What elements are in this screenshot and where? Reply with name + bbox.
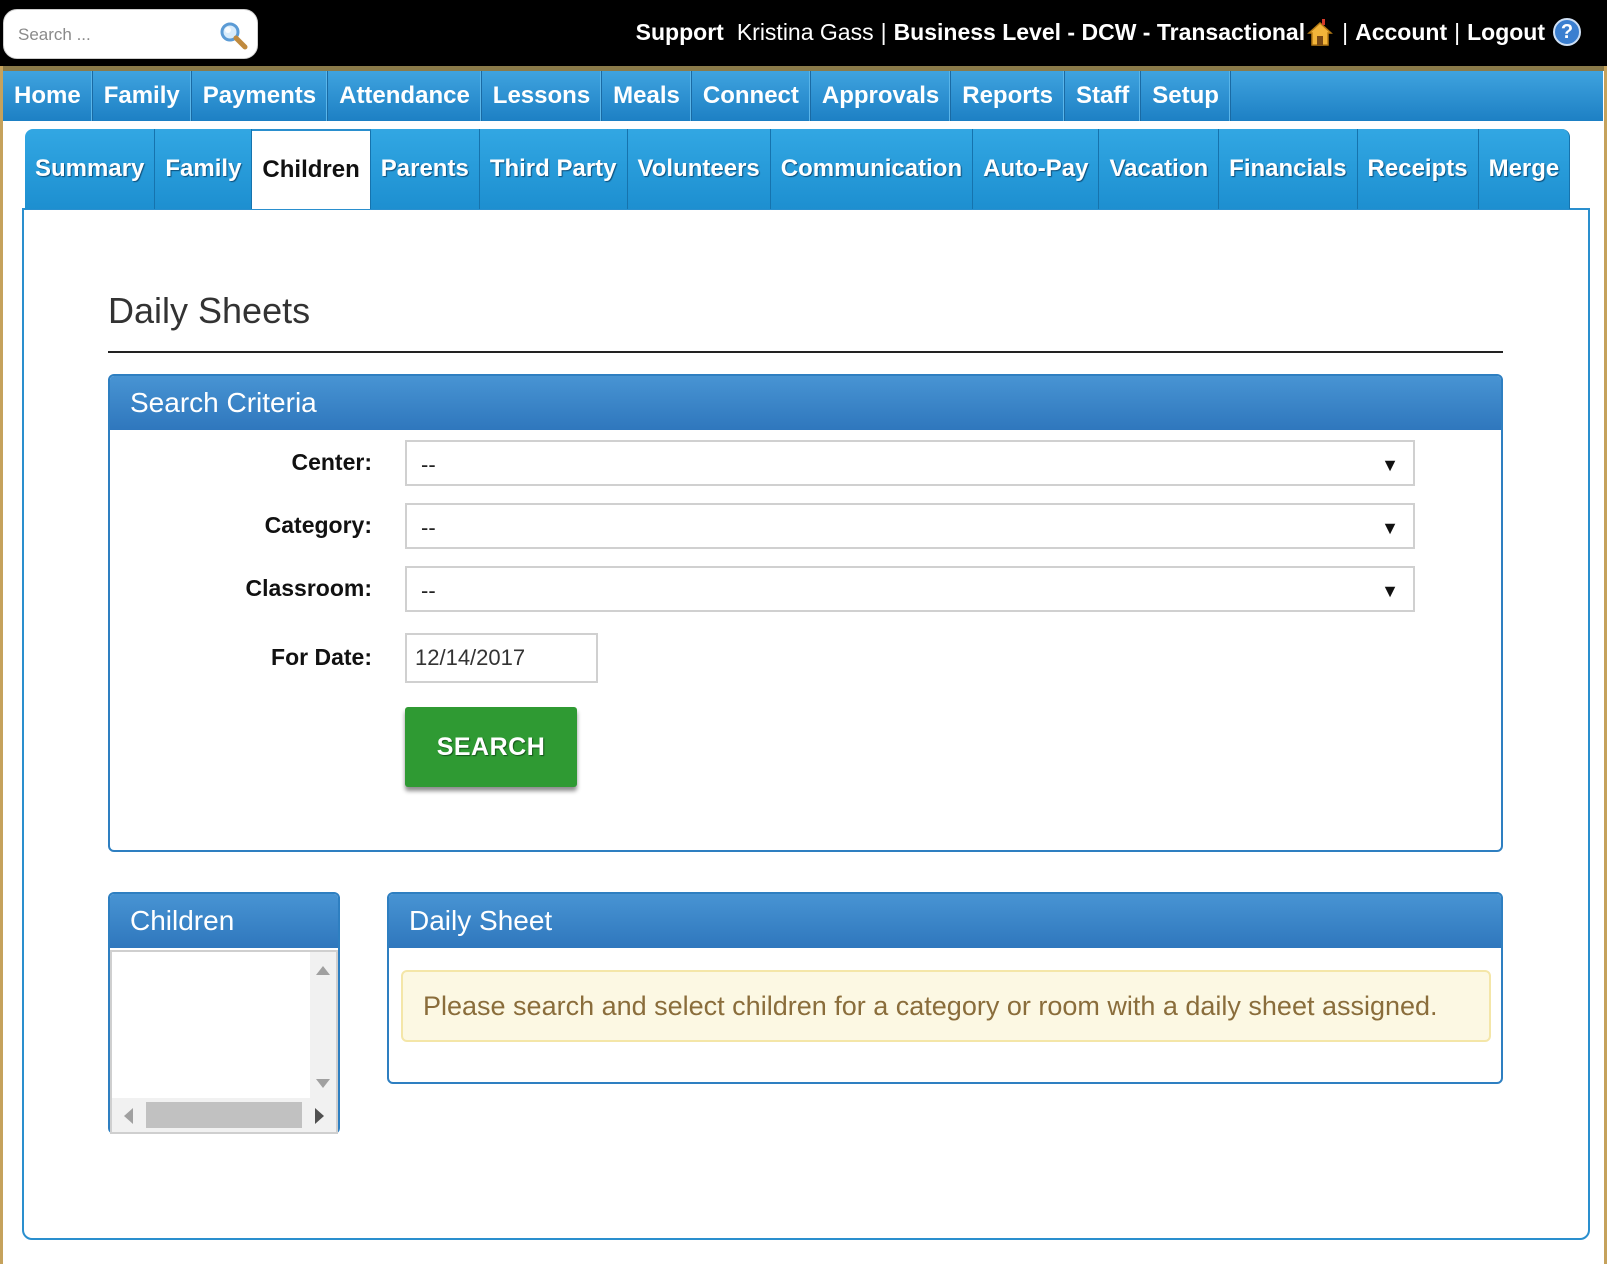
business-level-link[interactable]: Business Level - DCW - Transactional bbox=[894, 19, 1306, 46]
nav-reports[interactable]: Reports bbox=[951, 71, 1065, 121]
search-icon[interactable] bbox=[218, 20, 248, 50]
help-icon[interactable]: ? bbox=[1553, 18, 1581, 46]
search-input[interactable] bbox=[16, 21, 210, 49]
horizontal-scrollbar[interactable] bbox=[112, 1098, 336, 1132]
user-name: Kristina Gass bbox=[736, 18, 874, 45]
category-label: Category: bbox=[264, 512, 372, 538]
nav-attendance[interactable]: Attendance bbox=[328, 71, 482, 121]
center-value: -- bbox=[421, 452, 436, 477]
sub-tabs: Summary Family Children Parents Third Pa… bbox=[25, 129, 1571, 209]
for-date-input[interactable] bbox=[405, 633, 598, 683]
top-bar: Support Kristina Gass | Business Level -… bbox=[0, 0, 1607, 68]
dropdown-arrow-icon: ▼ bbox=[1381, 581, 1399, 601]
vertical-scrollbar[interactable] bbox=[310, 952, 336, 1098]
classroom-select[interactable]: -- ▼ bbox=[405, 566, 1415, 612]
dropdown-arrow-icon: ▼ bbox=[1381, 518, 1399, 538]
nav-approvals[interactable]: Approvals bbox=[811, 71, 952, 121]
tab-family[interactable]: Family bbox=[155, 129, 253, 209]
separator: | bbox=[880, 18, 887, 45]
daily-sheet-heading: Daily Sheet bbox=[389, 894, 1501, 948]
daily-sheet-message: Please search and select children for a … bbox=[401, 970, 1491, 1042]
tab-financials[interactable]: Financials bbox=[1219, 129, 1358, 209]
search-criteria-heading: Search Criteria bbox=[110, 376, 1501, 430]
scroll-left-icon[interactable] bbox=[124, 1108, 133, 1124]
tab-third-party[interactable]: Third Party bbox=[479, 129, 628, 209]
nav-family[interactable]: Family bbox=[93, 71, 192, 121]
children-listbox[interactable] bbox=[110, 950, 338, 1134]
for-date-label: For Date: bbox=[271, 644, 372, 670]
title-divider bbox=[108, 351, 1503, 353]
tab-parents[interactable]: Parents bbox=[370, 129, 480, 209]
nav-lessons[interactable]: Lessons bbox=[482, 71, 603, 121]
tab-summary[interactable]: Summary bbox=[25, 129, 156, 209]
global-search[interactable] bbox=[3, 9, 258, 59]
page-border-left bbox=[0, 66, 3, 1264]
classroom-value: -- bbox=[421, 578, 436, 603]
nav-connect[interactable]: Connect bbox=[692, 71, 811, 121]
main-nav: Home Family Payments Attendance Lessons … bbox=[3, 71, 1603, 121]
nav-setup[interactable]: Setup bbox=[1141, 71, 1231, 121]
scroll-up-icon[interactable] bbox=[316, 966, 330, 975]
tab-children[interactable]: Children bbox=[252, 129, 371, 209]
nav-home[interactable]: Home bbox=[3, 71, 93, 121]
scroll-thumb[interactable] bbox=[146, 1102, 302, 1128]
scroll-down-icon[interactable] bbox=[316, 1079, 330, 1088]
logout-link[interactable]: Logout bbox=[1467, 19, 1545, 46]
separator: | bbox=[1454, 18, 1461, 45]
center-label: Center: bbox=[291, 449, 372, 475]
house-icon[interactable] bbox=[1307, 17, 1334, 47]
center-select[interactable]: -- ▼ bbox=[405, 440, 1415, 486]
user-info: Support Kristina Gass | Business Level -… bbox=[636, 14, 1581, 50]
dropdown-arrow-icon: ▼ bbox=[1381, 455, 1399, 475]
children-heading: Children bbox=[110, 894, 338, 948]
tab-volunteers[interactable]: Volunteers bbox=[627, 129, 771, 209]
nav-meals[interactable]: Meals bbox=[602, 71, 692, 121]
tab-receipts[interactable]: Receipts bbox=[1357, 129, 1479, 209]
tab-vacation[interactable]: Vacation bbox=[1099, 129, 1220, 209]
tab-communication[interactable]: Communication bbox=[770, 129, 974, 209]
account-link[interactable]: Account bbox=[1355, 19, 1447, 46]
tab-merge[interactable]: Merge bbox=[1478, 129, 1571, 209]
search-button[interactable]: SEARCH bbox=[405, 707, 577, 787]
nav-payments[interactable]: Payments bbox=[192, 71, 329, 121]
support-link[interactable]: Support bbox=[636, 19, 724, 46]
classroom-label: Classroom: bbox=[245, 575, 372, 601]
scroll-right-icon[interactable] bbox=[315, 1108, 324, 1124]
nav-staff[interactable]: Staff bbox=[1065, 71, 1142, 121]
tab-auto-pay[interactable]: Auto-Pay bbox=[973, 129, 1100, 209]
page-title: Daily Sheets bbox=[108, 290, 311, 331]
category-value: -- bbox=[421, 515, 436, 540]
category-select[interactable]: -- ▼ bbox=[405, 503, 1415, 549]
separator: | bbox=[1342, 18, 1349, 45]
